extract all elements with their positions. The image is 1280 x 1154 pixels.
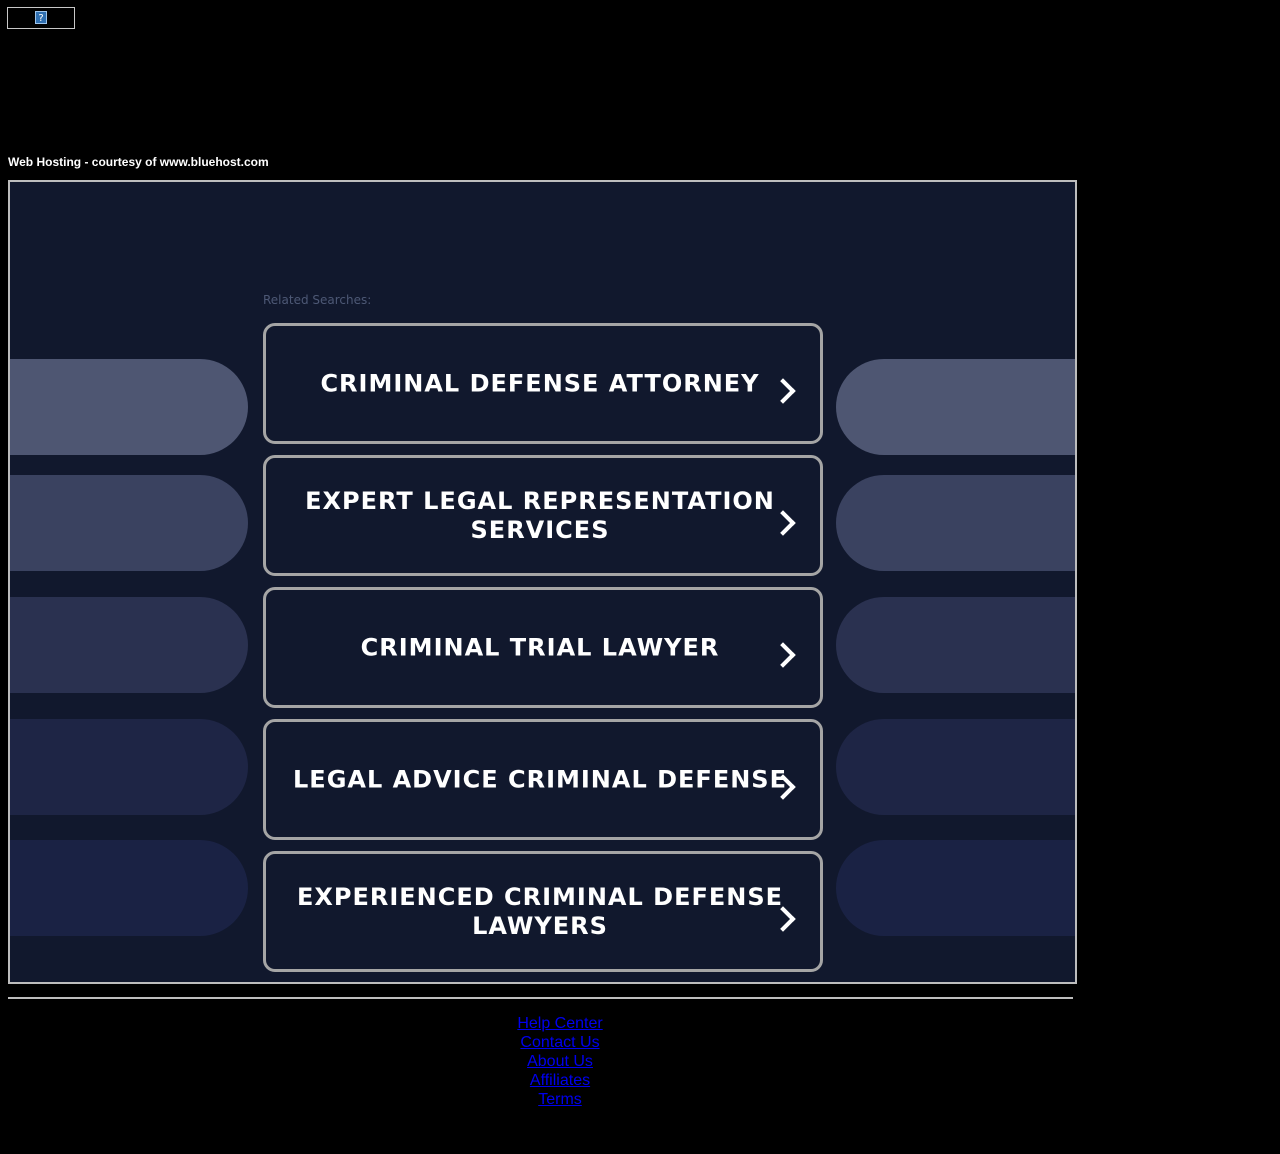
related-searches-heading: Related Searches: [263, 293, 372, 307]
decorative-pill-right-5 [836, 840, 1075, 936]
related-search-link[interactable]: EXPERT LEGAL REPRESENTATION SERVICES [263, 455, 823, 576]
decorative-pill-left-4 [10, 719, 248, 815]
related-search-link[interactable]: CRIMINAL DEFENSE ATTORNEY [263, 323, 823, 444]
related-search-link[interactable]: LEGAL ADVICE CRIMINAL DEFENSE [263, 719, 823, 840]
related-search-label: EXPERT LEGAL REPRESENTATION SERVICES [305, 486, 775, 544]
related-search-label: CRIMINAL TRIAL LAWYER [360, 633, 720, 661]
footer-links: Help Center Contact Us About Us Affiliat… [460, 1014, 660, 1109]
footer-link-terms[interactable]: Terms [460, 1090, 660, 1109]
related-search-label: CRIMINAL DEFENSE ATTORNEY [320, 369, 760, 397]
hosting-credit: Web Hosting - courtesy of www.bluehost.c… [8, 155, 269, 169]
decorative-pill-left-5 [10, 840, 248, 936]
related-searches-panel: Related Searches: CRIMINAL DEFENSE ATTOR… [8, 180, 1077, 984]
footer-link-contact-us[interactable]: Contact Us [460, 1033, 660, 1052]
decorative-pill-right-2 [836, 475, 1075, 571]
decorative-pill-left-2 [10, 475, 248, 571]
decorative-pill-right-3 [836, 597, 1075, 693]
question-mark-icon: ? [35, 11, 47, 24]
related-search-label: LEGAL ADVICE CRIMINAL DEFENSE [293, 765, 787, 793]
footer-link-affiliates[interactable]: Affiliates [460, 1071, 660, 1090]
decorative-pill-right-1 [836, 359, 1075, 455]
related-search-link[interactable]: EXPERIENCED CRIMINAL DEFENSE LAWYERS [263, 851, 823, 972]
decorative-pill-left-1 [10, 359, 248, 455]
footer-link-help-center[interactable]: Help Center [460, 1014, 660, 1033]
decorative-pill-left-3 [10, 597, 248, 693]
broken-image-badge: ? [7, 7, 75, 29]
footer-divider [8, 997, 1073, 999]
decorative-pill-right-4 [836, 719, 1075, 815]
related-search-link[interactable]: CRIMINAL TRIAL LAWYER [263, 587, 823, 708]
related-search-label: EXPERIENCED CRIMINAL DEFENSE LAWYERS [296, 882, 784, 940]
footer-link-about-us[interactable]: About Us [460, 1052, 660, 1071]
